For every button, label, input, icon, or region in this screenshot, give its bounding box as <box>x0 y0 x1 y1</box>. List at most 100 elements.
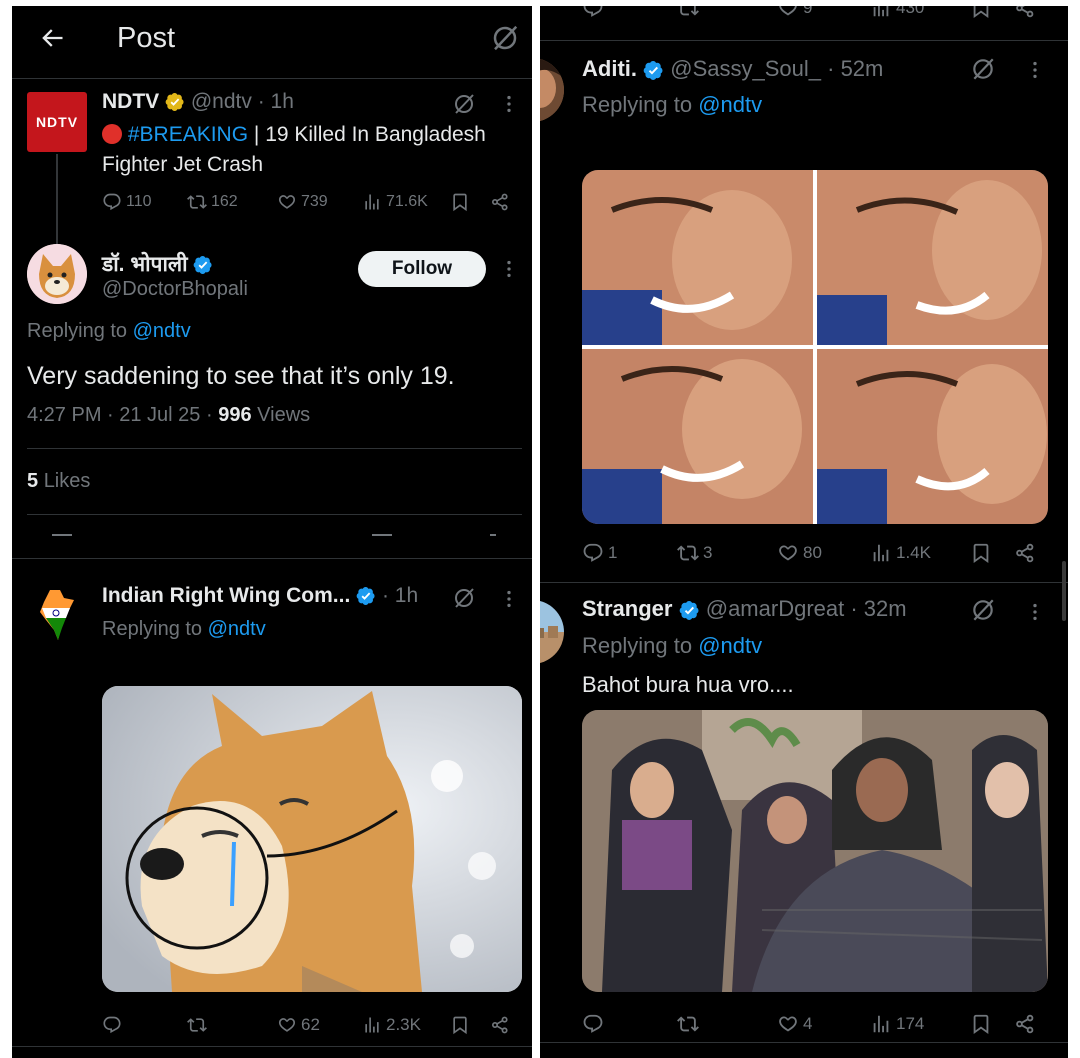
action-bar: 4 174 <box>582 1010 1048 1038</box>
reply-button[interactable]: 1 <box>582 539 617 567</box>
tweet-time: · 1h <box>257 90 294 113</box>
thread-line <box>56 154 58 246</box>
more-icon[interactable] <box>498 588 520 615</box>
verified-icon <box>679 600 700 621</box>
divider <box>12 78 532 79</box>
repost-button[interactable] <box>187 1011 211 1039</box>
main-tweet-text: Very saddening to see that it’s only 19. <box>27 362 455 390</box>
author-name[interactable]: Stranger <box>582 596 672 621</box>
action-bar: 110 162 739 71.6K <box>102 188 522 216</box>
clipped-action-icon <box>490 534 496 536</box>
bookmark-button[interactable] <box>970 539 992 567</box>
clipped-action-icon <box>372 534 392 536</box>
bookmark-button[interactable] <box>450 188 470 216</box>
author-handle[interactable]: @ndtv <box>191 90 252 113</box>
more-icon[interactable] <box>498 93 520 120</box>
stranger-avatar[interactable] <box>540 600 564 664</box>
like-button[interactable]: 739 <box>277 188 328 216</box>
share-button[interactable] <box>490 1011 510 1039</box>
mention-link[interactable]: @ndtv <box>133 320 191 342</box>
reply-button[interactable] <box>582 1010 608 1038</box>
india-map-avatar[interactable] <box>32 586 82 646</box>
author-name[interactable]: Indian Right Wing Com... <box>102 584 350 607</box>
mention-link[interactable]: @ndtv <box>698 633 762 658</box>
tweet-text: #BREAKING | 19 Killed In Bangladesh Figh… <box>102 123 486 176</box>
share-button[interactable] <box>1014 1010 1036 1038</box>
hashtag-link[interactable]: #BREAKING <box>128 123 248 146</box>
clipped-action-icon <box>52 534 72 536</box>
verified-icon <box>356 586 376 606</box>
bookmark-button[interactable] <box>450 1011 470 1039</box>
views-button[interactable]: 71.6K <box>362 188 428 216</box>
ndtv-header: NDTV @ndtv · 1h <box>102 90 294 114</box>
share-button[interactable] <box>490 188 510 216</box>
author-name[interactable]: Aditi. <box>582 56 637 81</box>
divider <box>540 1042 1068 1043</box>
repost-button[interactable] <box>677 6 699 22</box>
like-button[interactable]: 62 <box>277 1011 320 1039</box>
like-button[interactable]: 80 <box>777 539 822 567</box>
like-button[interactable]: 4 <box>777 1010 812 1038</box>
stranger-header: Stranger @amarDgreat · 32m <box>582 596 907 622</box>
mourning-women-image[interactable] <box>582 710 1048 992</box>
mention-link[interactable]: @ndtv <box>698 92 762 117</box>
divider <box>12 1046 532 1047</box>
views-button[interactable]: 174 <box>870 1010 924 1038</box>
reply-button[interactable] <box>102 1011 126 1039</box>
mention-link[interactable]: @ndtv <box>208 618 266 640</box>
bookmark-button[interactable] <box>970 1010 992 1038</box>
repost-button[interactable] <box>677 1010 703 1038</box>
more-icon[interactable] <box>1024 59 1046 86</box>
gold-verified-icon <box>165 92 185 112</box>
repost-button[interactable]: 3 <box>677 539 712 567</box>
repost-button[interactable]: 162 <box>187 188 238 216</box>
divider <box>12 558 532 559</box>
views-button[interactable]: 1.4K <box>870 539 931 567</box>
author-handle[interactable]: @DoctorBhopali <box>102 278 248 301</box>
views-button[interactable]: 2.3K <box>362 1011 421 1039</box>
tweet-timestamp: 4:27 PM · 21 Jul 25 · 996 Views <box>27 404 311 426</box>
author-name[interactable]: डॉ. भोपाली <box>102 253 188 276</box>
right-screenshot-panel: 9 430 Aditi. @Sassy_Soul_ · 52m Replying… <box>540 6 1068 1058</box>
share-button[interactable] <box>1014 6 1036 22</box>
tweet-time: · 52m <box>827 56 884 81</box>
grok-icon[interactable] <box>452 586 476 615</box>
aditi-header: Aditi. @Sassy_Soul_ · 52m <box>582 56 883 82</box>
grok-icon[interactable] <box>452 92 476 121</box>
grok-icon[interactable] <box>490 23 520 58</box>
tweet-time: · 1h <box>381 584 419 607</box>
likes-count[interactable]: 5 Likes <box>27 470 90 493</box>
author-name[interactable]: NDTV <box>102 90 159 113</box>
share-button[interactable] <box>1014 539 1036 567</box>
left-screenshot-panel: Post NDTV NDTV @ndtv · 1h #BREAKING | 19… <box>12 6 532 1058</box>
ndtv-avatar[interactable]: NDTV <box>27 92 87 152</box>
more-icon[interactable] <box>1024 601 1046 628</box>
more-icon[interactable] <box>498 258 520 285</box>
verified-icon <box>643 60 664 81</box>
doctorbhopali-avatar[interactable] <box>27 244 87 304</box>
divider <box>540 40 1068 41</box>
back-arrow-icon[interactable] <box>38 24 66 57</box>
author-handle[interactable]: @Sassy_Soul_ <box>670 56 821 81</box>
divider <box>540 582 1068 583</box>
bookmark-button[interactable] <box>970 6 992 22</box>
crying-man-meme-image[interactable] <box>582 170 1048 524</box>
like-button[interactable]: 9 <box>777 6 812 22</box>
action-bar: 1 3 80 1.4K <box>582 539 1048 567</box>
crying-doge-image[interactable] <box>102 686 522 992</box>
grok-icon[interactable] <box>970 56 996 87</box>
divider <box>27 448 522 449</box>
follow-button[interactable]: Follow <box>358 251 486 287</box>
aditi-avatar[interactable] <box>540 58 564 122</box>
reply-button[interactable] <box>582 6 604 22</box>
views-button[interactable]: 430 <box>870 6 924 22</box>
scrollbar[interactable] <box>1062 561 1066 621</box>
replying-to: Replying to @ndtv <box>582 92 763 117</box>
replying-to: Replying to @ndtv <box>582 633 763 658</box>
red-circle-icon <box>102 124 122 144</box>
grok-icon[interactable] <box>970 597 996 628</box>
author-handle[interactable]: @amarDgreat <box>706 596 845 621</box>
reply-button[interactable]: 110 <box>102 188 152 216</box>
verified-icon <box>193 255 213 275</box>
page-title: Post <box>117 22 176 54</box>
